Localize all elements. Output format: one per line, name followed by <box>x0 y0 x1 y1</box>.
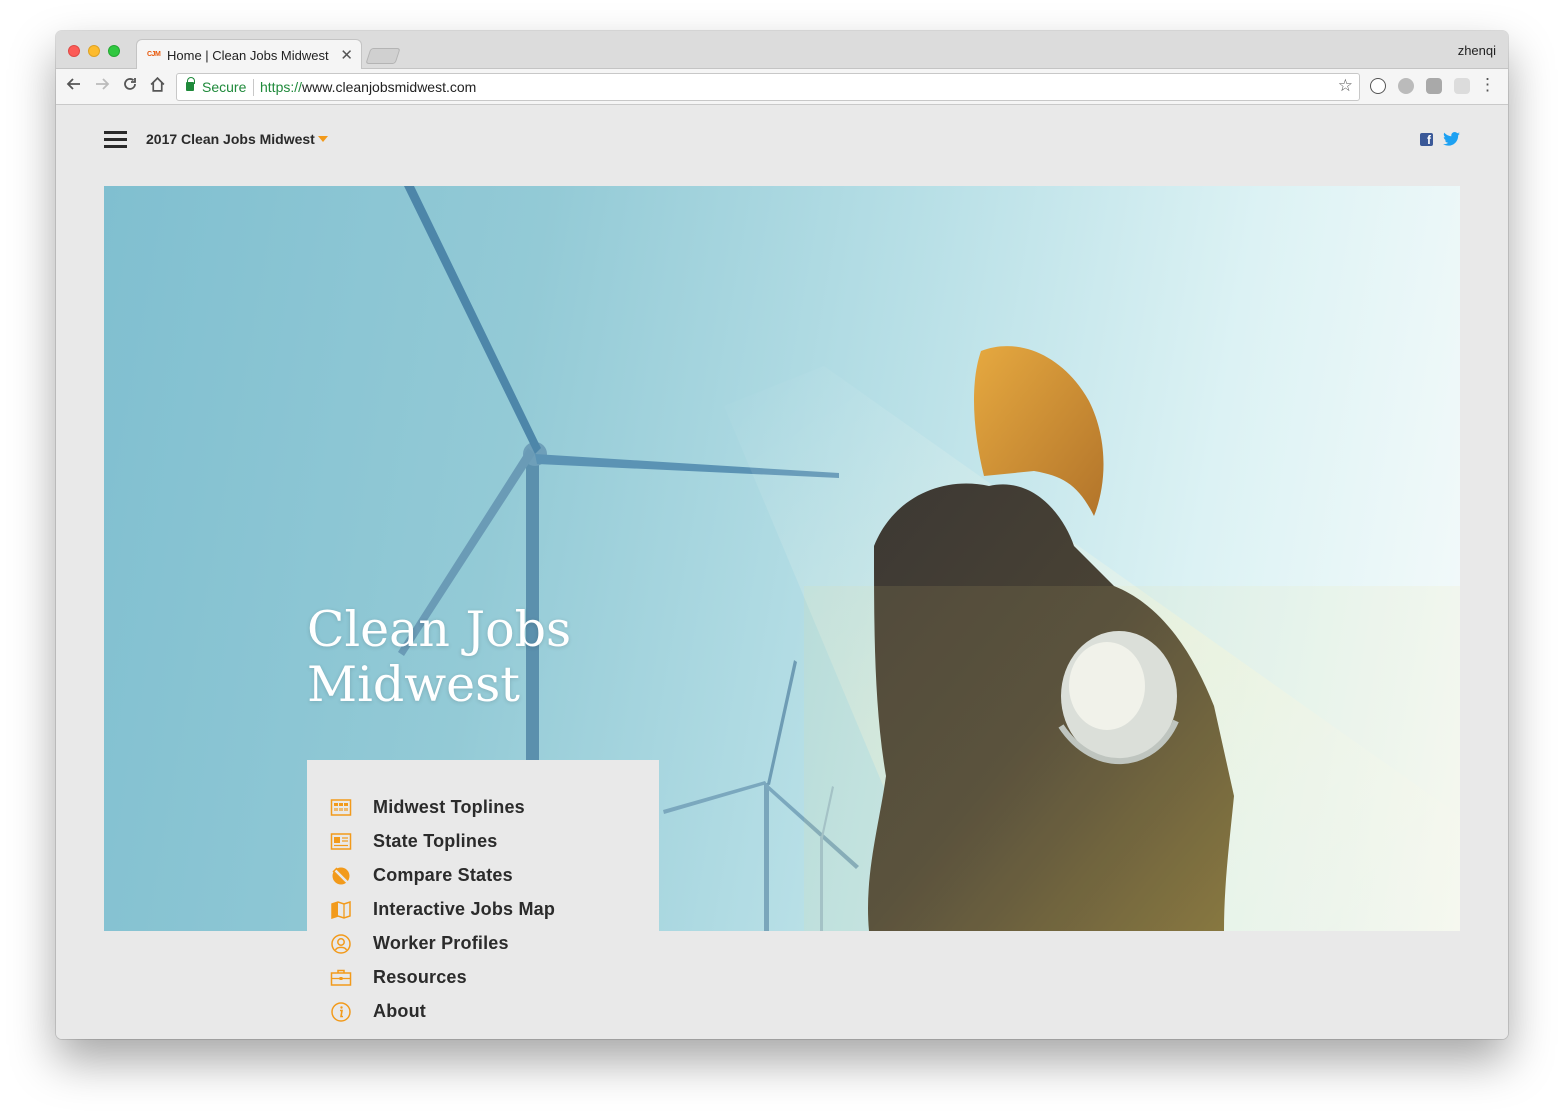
section-nav: Midwest Toplines State Toplines Compare … <box>307 760 659 1034</box>
browser-toolbar: Secure https://www.cleanjobsmidwest.com … <box>56 69 1508 105</box>
secure-label: Secure <box>202 79 247 95</box>
nav-item-midwest-toplines[interactable]: Midwest Toplines <box>307 793 659 827</box>
cloud-extension-icon[interactable] <box>1398 78 1414 94</box>
browser-tab[interactable]: CJM Home | Clean Jobs Midwest ✕ <box>136 39 362 70</box>
site-selector[interactable]: 2017 Clean Jobs Midwest <box>146 131 315 147</box>
tab-close-icon[interactable]: ✕ <box>340 46 353 64</box>
minimize-window-button[interactable] <box>88 45 100 57</box>
url-text[interactable]: https://www.cleanjobsmidwest.com <box>260 79 476 95</box>
extension-2-icon[interactable] <box>1454 78 1470 94</box>
nav-item-interactive-jobs-map[interactable]: Interactive Jobs Map <box>307 895 659 929</box>
tab-title: Home | Clean Jobs Midwest <box>167 48 329 63</box>
nav-label: Resources <box>373 967 467 987</box>
briefcase-icon <box>330 969 352 986</box>
omnibox-divider <box>253 79 254 96</box>
browser-window: CJM Home | Clean Jobs Midwest ✕ zhenqi S… <box>56 31 1508 1039</box>
hero-title: Clean Jobs Midwest <box>307 602 667 712</box>
hamburger-menu-icon[interactable] <box>104 131 127 148</box>
new-tab-button[interactable] <box>365 48 401 64</box>
page-content: 2017 Clean Jobs Midwest f Clean Jobs Mid… <box>56 106 1508 1039</box>
facebook-icon[interactable]: f <box>1420 133 1433 146</box>
nav-item-about[interactable]: About <box>307 997 659 1031</box>
grid-icon <box>330 799 352 816</box>
back-icon[interactable] <box>66 76 82 96</box>
address-bar[interactable]: Secure https://www.cleanjobsmidwest.com … <box>176 73 1360 101</box>
forward-icon[interactable] <box>94 76 110 96</box>
person-icon <box>331 934 351 954</box>
pinterest-extension-icon[interactable] <box>1370 78 1386 94</box>
nav-label: Worker Profiles <box>373 933 509 953</box>
state-card-icon <box>330 833 352 850</box>
caret-down-icon[interactable] <box>318 136 328 142</box>
tab-bar: CJM Home | Clean Jobs Midwest ✕ zhenqi <box>56 31 1508 70</box>
map-icon <box>331 900 351 920</box>
bookmark-star-icon[interactable]: ☆ <box>1338 76 1353 96</box>
nav-label: About <box>373 1001 426 1021</box>
hero-title-line1: Clean Jobs <box>307 601 572 658</box>
browser-menu-icon[interactable]: ⋮ <box>1479 75 1496 95</box>
home-icon[interactable] <box>149 76 166 97</box>
lock-icon <box>186 77 195 91</box>
close-window-button[interactable] <box>68 45 80 57</box>
nav-label: Compare States <box>373 865 513 885</box>
url-host: www.cleanjobsmidwest.com <box>302 79 477 95</box>
hero-title-line2: Midwest <box>307 656 520 713</box>
zoom-window-button[interactable] <box>108 45 120 57</box>
info-icon <box>331 1002 351 1022</box>
nav-item-worker-profiles[interactable]: Worker Profiles <box>307 929 659 963</box>
profile-name[interactable]: zhenqi <box>1458 43 1496 58</box>
extension-icon[interactable] <box>1426 78 1442 94</box>
reload-icon[interactable] <box>122 76 138 96</box>
nav-item-resources[interactable]: Resources <box>307 963 659 997</box>
url-scheme: https:// <box>260 79 303 95</box>
favicon-icon: CJM <box>147 51 161 58</box>
twitter-icon[interactable] <box>1443 132 1460 146</box>
nav-item-compare-states[interactable]: Compare States <box>307 861 659 895</box>
nav-label: Midwest Toplines <box>373 797 525 817</box>
nav-item-state-toplines[interactable]: State Toplines <box>307 827 659 861</box>
compare-icon <box>331 866 351 886</box>
nav-label: State Toplines <box>373 831 498 851</box>
nav-label: Interactive Jobs Map <box>373 899 556 919</box>
